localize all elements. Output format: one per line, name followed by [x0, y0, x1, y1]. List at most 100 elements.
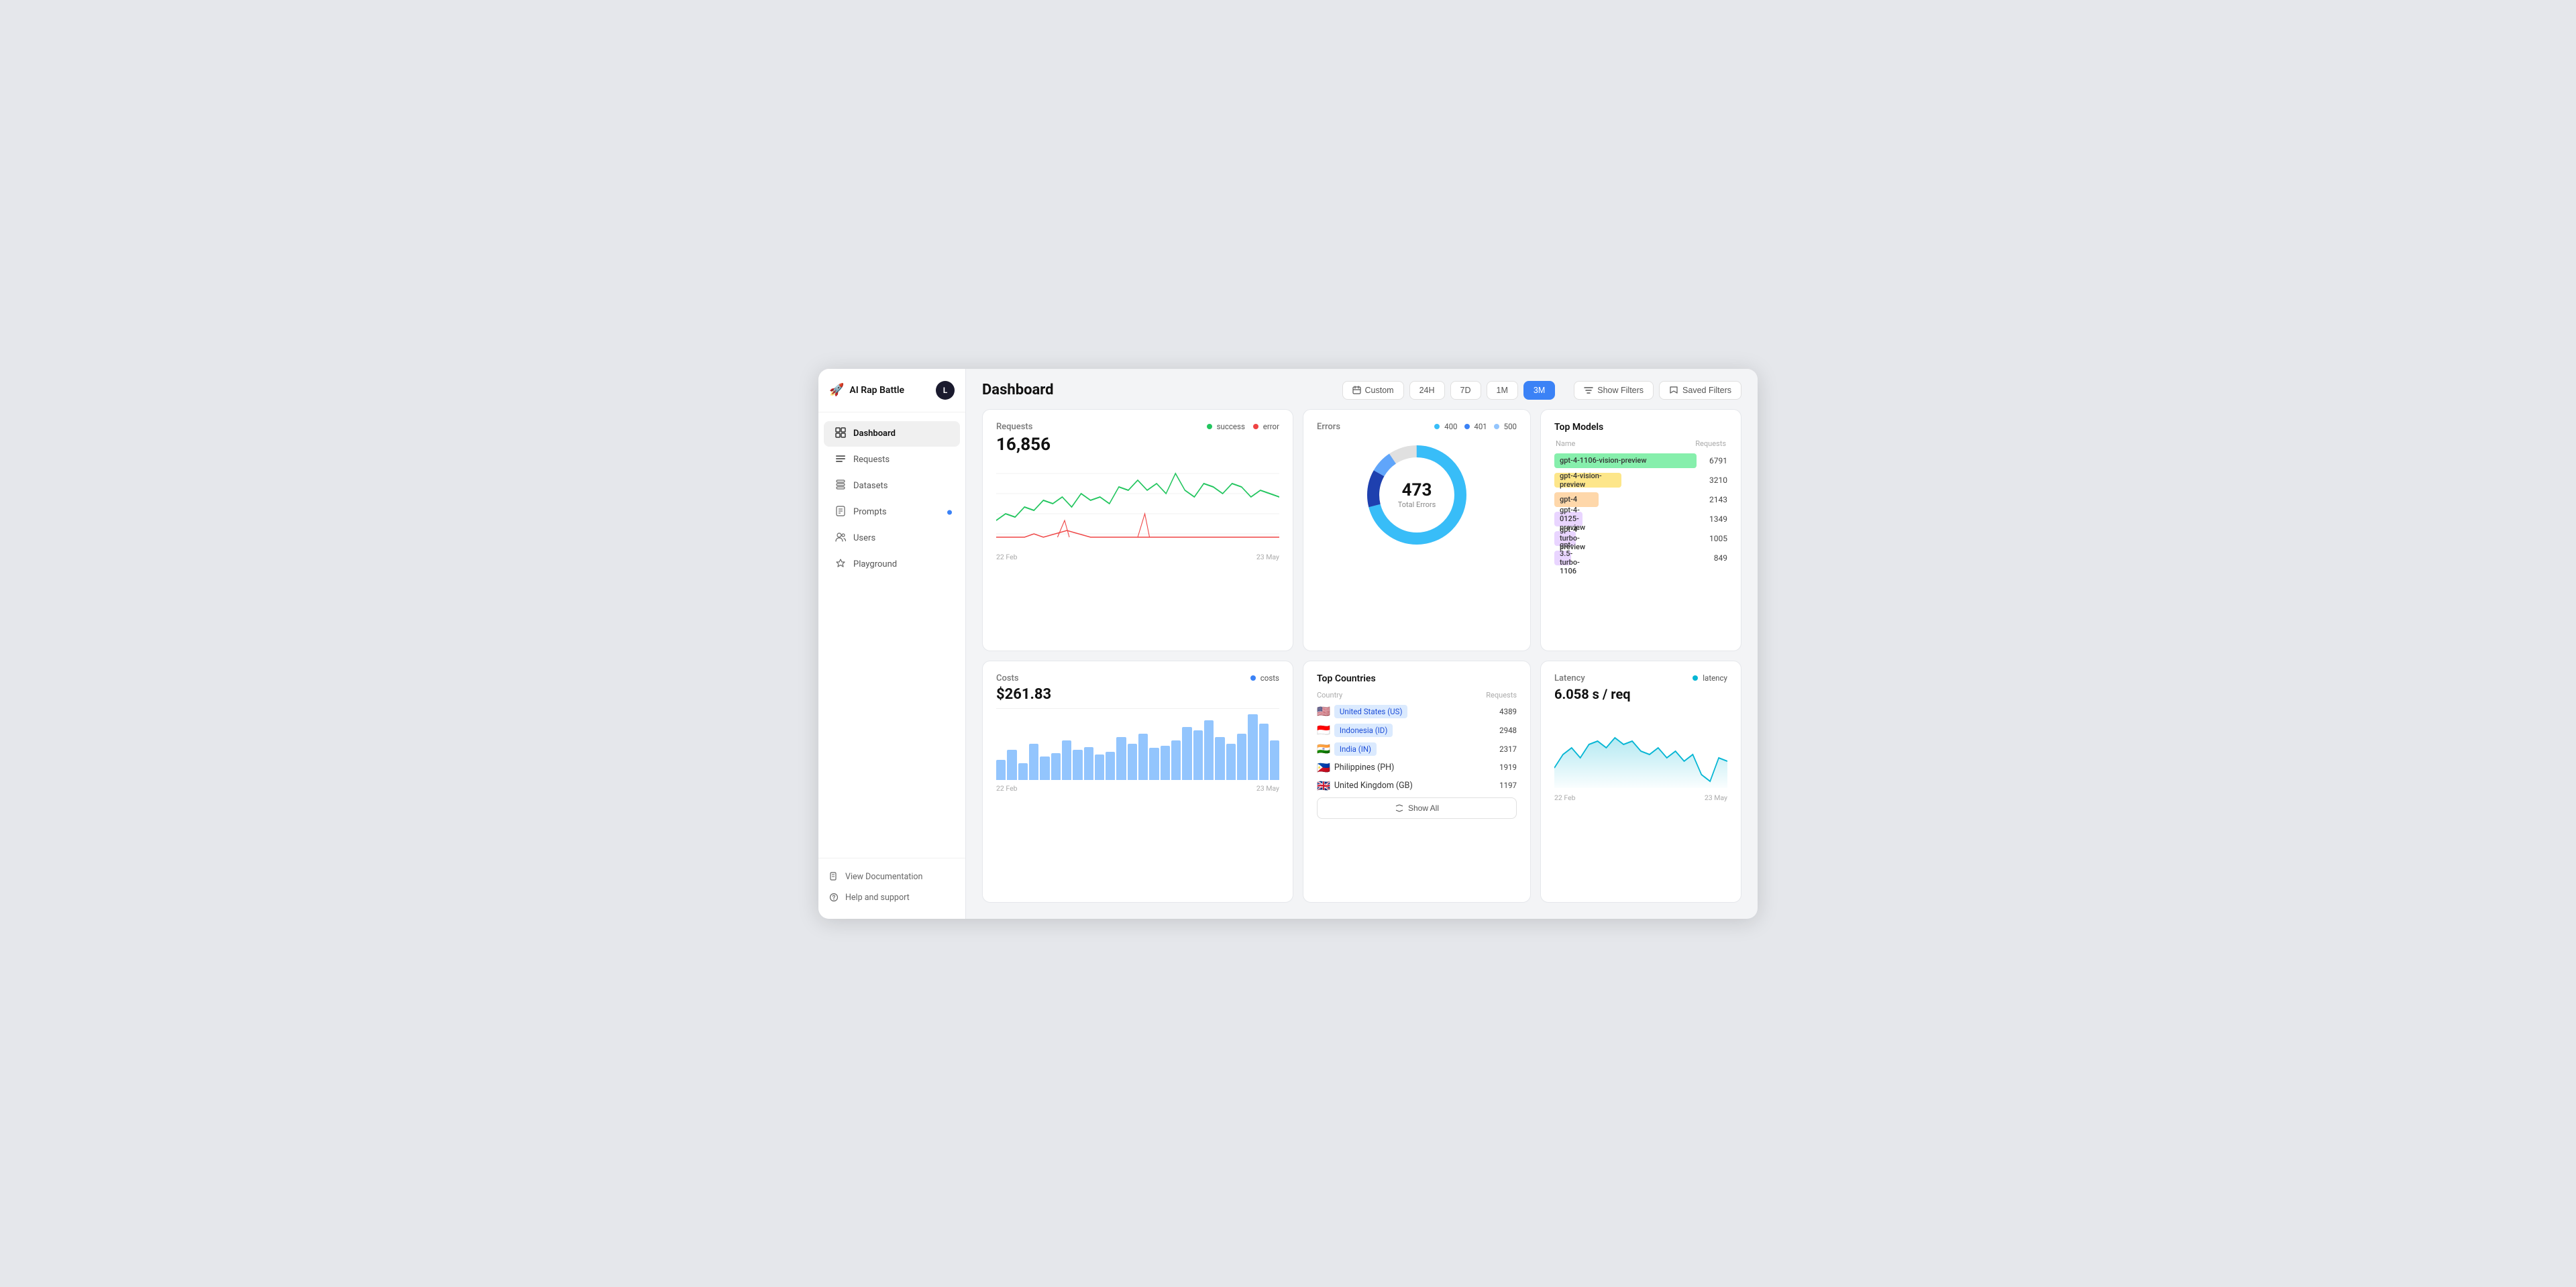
flag-gb: 🇬🇧: [1317, 779, 1330, 792]
country-flag-name: 🇬🇧 United Kingdom (GB): [1317, 779, 1413, 792]
top-countries-title: Top Countries: [1317, 673, 1517, 684]
bar: [1106, 752, 1115, 779]
error-dot: [1253, 424, 1258, 429]
custom-time-button[interactable]: Custom: [1342, 381, 1404, 400]
country-flag-name: 🇮🇩 Indonesia (ID): [1317, 724, 1393, 737]
saved-filters-label: Saved Filters: [1682, 386, 1731, 395]
docs-label: View Documentation: [845, 872, 922, 882]
country-name: United Kingdom (GB): [1334, 781, 1413, 791]
requests-card: Requests success error 16,856: [982, 409, 1293, 651]
bar: [1018, 763, 1028, 780]
bar: [1171, 740, 1181, 780]
model-row: gpt-4-turbo-preview 1005: [1554, 531, 1727, 546]
bar: [1007, 750, 1016, 779]
24h-button[interactable]: 24H: [1409, 381, 1445, 400]
latency-legend-item: latency: [1693, 673, 1727, 683]
sidebar-item-prompts[interactable]: Prompts: [824, 500, 960, 525]
countries-table-header: Country Requests: [1317, 691, 1517, 700]
bar: [1095, 754, 1104, 779]
filter-controls: Custom 24H 7D 1M 3M Show Filters: [1342, 381, 1741, 400]
help-support-link[interactable]: Help and support: [818, 887, 965, 908]
saved-filters-button[interactable]: Saved Filters: [1659, 381, 1741, 400]
3m-label: 3M: [1534, 386, 1545, 395]
1m-label: 1M: [1497, 386, 1508, 395]
custom-btn-label: Custom: [1365, 386, 1394, 395]
model-bar: gpt-4-1106-vision-preview: [1554, 453, 1697, 468]
latency-chart: [1554, 708, 1727, 788]
costs-card-header: Costs costs: [996, 673, 1279, 683]
7d-label: 7D: [1460, 386, 1471, 395]
country-count: 2948: [1499, 726, 1517, 735]
models-col-requests: Requests: [1695, 439, 1726, 448]
main-content: Dashboard Custom 24H 7D 1M 3M: [966, 369, 1758, 919]
country-pill: Indonesia (ID): [1334, 724, 1393, 737]
top-countries-card: Top Countries Country Requests 🇺🇸 United…: [1303, 661, 1531, 903]
model-count: 849: [1703, 553, 1727, 563]
sidebar-item-requests[interactable]: Requests: [824, 447, 960, 473]
model-count: 2143: [1703, 495, 1727, 504]
bar: [1248, 714, 1257, 780]
country-count: 2317: [1499, 744, 1517, 754]
requests-col-label: Requests: [1486, 691, 1517, 700]
24h-label: 24H: [1419, 386, 1435, 395]
bar: [1073, 750, 1082, 779]
model-count: 3210: [1703, 475, 1727, 485]
country-flag-name: 🇵🇭 Philippines (PH): [1317, 761, 1394, 774]
datasets-icon: [835, 480, 847, 493]
country-col-label: Country: [1317, 691, 1342, 700]
country-row: 🇬🇧 United Kingdom (GB) 1197: [1317, 779, 1517, 792]
latency-date-start: 22 Feb: [1554, 793, 1576, 802]
sidebar-brand: 🚀 AI Rap Battle: [829, 383, 904, 397]
costs-bar-chart: [996, 714, 1279, 781]
latency-value: 6.058 s / req: [1554, 686, 1727, 702]
model-row: gpt-3.5-turbo-1106 849: [1554, 551, 1727, 565]
bar: [1051, 753, 1061, 779]
bar: [1259, 724, 1269, 779]
sidebar-item-datasets[interactable]: Datasets: [824, 473, 960, 499]
view-documentation-link[interactable]: View Documentation: [818, 866, 965, 887]
model-bar: gpt-4: [1554, 492, 1599, 507]
brand-icon: 🚀: [829, 383, 844, 397]
sidebar-footer: View Documentation Help and support: [818, 858, 965, 919]
requests-dates: 22 Feb 23 May: [996, 553, 1279, 561]
latency-legend: latency: [1693, 673, 1727, 683]
show-filters-button[interactable]: Show Filters: [1574, 381, 1654, 400]
sidebar-item-users[interactable]: Users: [824, 526, 960, 551]
donut-container: 473 Total Errors: [1317, 435, 1517, 555]
requests-legend: success error: [1207, 422, 1279, 431]
country-row: 🇵🇭 Philippines (PH) 1919: [1317, 761, 1517, 774]
bar: [996, 760, 1006, 779]
model-bar: gpt-4-vision-preview: [1554, 473, 1621, 488]
bar: [1226, 744, 1236, 780]
requests-title: Requests: [996, 422, 1032, 432]
costs-date-end: 23 May: [1256, 784, 1279, 793]
model-row: gpt-4-1106-vision-preview 6791: [1554, 453, 1727, 468]
bar: [1084, 747, 1093, 780]
flag-us: 🇺🇸: [1317, 705, 1330, 718]
latency-chart-area: 22 Feb 23 May: [1554, 708, 1727, 802]
country-count: 4389: [1499, 707, 1517, 716]
brand-name: AI Rap Battle: [849, 385, 904, 396]
3m-button[interactable]: 3M: [1523, 381, 1555, 400]
country-row: 🇺🇸 United States (US) 4389: [1317, 705, 1517, 718]
dashboard-grid: Requests success error 16,856: [966, 409, 1758, 919]
1m-button[interactable]: 1M: [1487, 381, 1518, 400]
sidebar-item-playground[interactable]: Playground: [824, 552, 960, 577]
flag-ph: 🇵🇭: [1317, 761, 1330, 774]
country-flag-name: 🇺🇸 United States (US): [1317, 705, 1407, 718]
bar: [1237, 734, 1246, 780]
costs-value: $261.83: [996, 686, 1279, 703]
bar: [1116, 737, 1126, 780]
model-bar-wrap: gpt-4: [1554, 492, 1697, 507]
model-row: gpt-4-0125-preview 1349: [1554, 512, 1727, 526]
show-all-button[interactable]: Show All: [1317, 797, 1517, 819]
e500-dot: [1494, 424, 1499, 429]
sidebar-item-label: Prompts: [853, 507, 887, 517]
success-dot: [1207, 424, 1212, 429]
app-container: 🚀 AI Rap Battle L Dashboard Requests: [818, 369, 1758, 919]
sidebar-item-label: Users: [853, 533, 875, 543]
top-bar: Dashboard Custom 24H 7D 1M 3M: [966, 369, 1758, 409]
sidebar-item-dashboard[interactable]: Dashboard: [824, 421, 960, 447]
errors-card: Errors 400 401 500: [1303, 409, 1531, 651]
7d-button[interactable]: 7D: [1450, 381, 1481, 400]
